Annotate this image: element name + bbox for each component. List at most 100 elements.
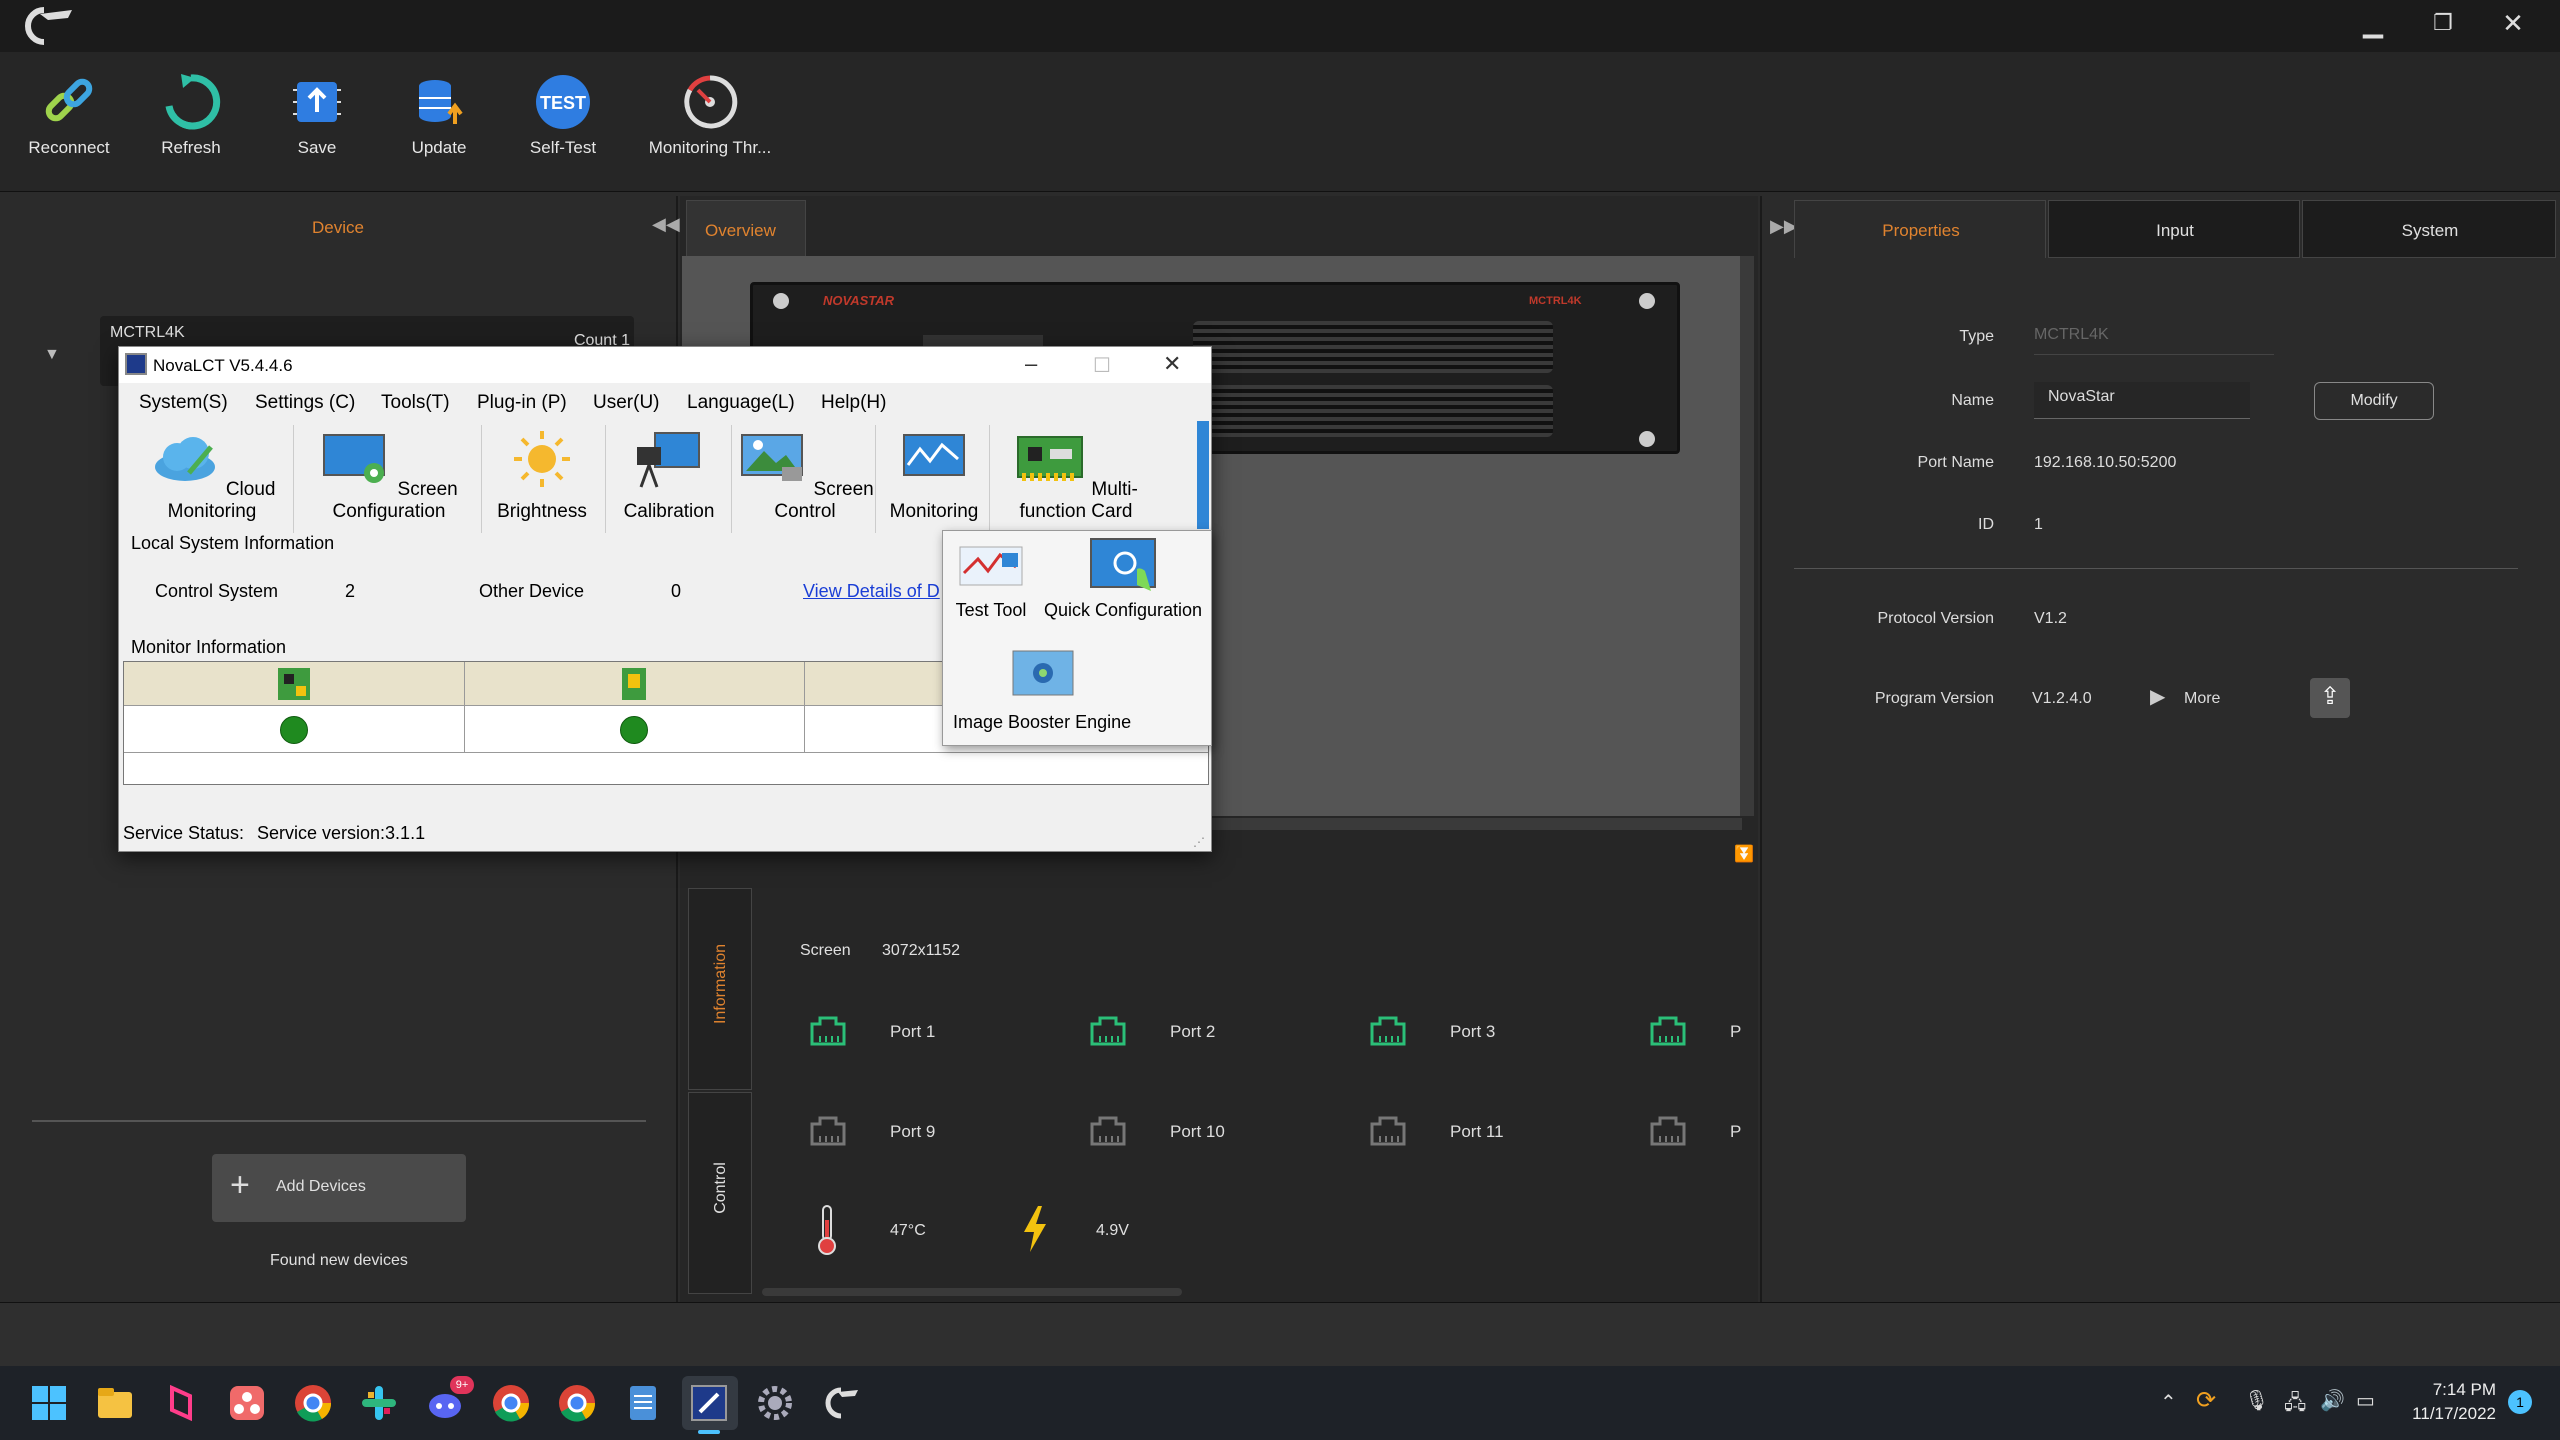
- restore-icon[interactable]: ❐: [2418, 10, 2468, 36]
- view-details-link[interactable]: View Details of D: [803, 581, 940, 602]
- calibration-tool[interactable]: Calibration: [613, 429, 725, 523]
- volume-icon[interactable]: 🔊: [2320, 1388, 2345, 1413]
- toolbar-scrollbar[interactable]: [1197, 421, 1209, 529]
- dialog-minimize-icon[interactable]: –: [1025, 351, 1037, 377]
- menu-tools[interactable]: Tools(T): [381, 392, 450, 414]
- dialog-close-icon[interactable]: ✕: [1163, 351, 1181, 377]
- expand-arrow-icon[interactable]: ▼: [44, 346, 60, 364]
- vent-grille: [1193, 321, 1553, 373]
- voltage-value: 4.9V: [1096, 1222, 1129, 1239]
- chrome-icon[interactable]: [490, 1382, 532, 1424]
- separator: [605, 425, 606, 533]
- settings-gear-icon[interactable]: [754, 1382, 796, 1424]
- upgrade-icon[interactable]: ⇪: [2310, 678, 2350, 718]
- expand-more-icon[interactable]: ▶: [2150, 684, 2165, 709]
- program-version-label: Program Version: [1874, 690, 1994, 707]
- close-icon[interactable]: ✕: [2488, 8, 2538, 39]
- tray-chevron-icon[interactable]: ⌃: [2160, 1390, 2177, 1415]
- save-button[interactable]: Save: [262, 72, 372, 158]
- quick-configuration-item[interactable]: Quick Configuration: [1039, 535, 1207, 621]
- other-device-count: 0: [671, 581, 682, 601]
- notification-badge[interactable]: 1: [2508, 1390, 2532, 1414]
- notepad-icon[interactable]: [622, 1382, 664, 1424]
- port-label: P: [1730, 1122, 1742, 1141]
- reconnect-button[interactable]: Reconnect: [14, 72, 124, 158]
- windows-start-icon[interactable]: [28, 1382, 70, 1424]
- overview-tab[interactable]: Overview: [686, 200, 806, 256]
- found-new-devices: Found new devices: [270, 1252, 408, 1269]
- minimize-icon[interactable]: ▁: [2348, 8, 2398, 39]
- monitoring-tool[interactable]: Monitoring: [881, 429, 987, 523]
- refresh-button[interactable]: Refresh: [136, 72, 246, 158]
- screen-control-tool[interactable]: Screen Control: [735, 429, 875, 523]
- menu-user[interactable]: User(U): [593, 392, 660, 414]
- separator: [731, 425, 732, 533]
- port-label: Port 9: [890, 1122, 936, 1141]
- control-side-tab[interactable]: Control: [688, 1092, 752, 1294]
- system-tab[interactable]: System: [2302, 200, 2556, 258]
- card-status-icon[interactable]: [616, 666, 652, 702]
- modify-button[interactable]: Modify: [2314, 382, 2434, 420]
- screen-configuration-tool[interactable]: Screen Configuration: [303, 429, 475, 523]
- battery-icon[interactable]: ▭: [2356, 1388, 2375, 1413]
- information-side-tab[interactable]: Information: [688, 888, 752, 1090]
- network-icon[interactable]: 🖧: [2284, 1388, 2306, 1422]
- dialog-maximize-icon[interactable]: ☐: [1093, 353, 1111, 378]
- asana-icon[interactable]: [226, 1382, 268, 1424]
- app-logo-taskbar-icon[interactable]: [820, 1382, 862, 1424]
- information-label: Information: [712, 943, 729, 1025]
- self-test-button[interactable]: TEST Self-Test: [508, 72, 618, 158]
- resize-grip-icon[interactable]: ⋰: [1193, 835, 1205, 849]
- self-test-icon: TEST: [536, 75, 590, 129]
- input-tab[interactable]: Input: [2048, 200, 2300, 258]
- ethernet-port-icon[interactable]: [1648, 1012, 1688, 1048]
- clock-time[interactable]: 7:14 PM: [2400, 1380, 2496, 1400]
- info-scrollbar[interactable]: [762, 1288, 1182, 1296]
- menu-plugin[interactable]: Plug-in (P): [477, 392, 567, 414]
- chrome-icon[interactable]: [556, 1382, 598, 1424]
- clock-date[interactable]: 11/17/2022: [2400, 1404, 2496, 1424]
- brightness-tool[interactable]: Brightness: [487, 429, 597, 523]
- card-status-icon[interactable]: [276, 666, 312, 702]
- monitoring-button[interactable]: Monitoring Thr...: [640, 72, 780, 158]
- image-booster-icon: [1012, 650, 1074, 696]
- collapse-down-icon[interactable]: ⏬: [1734, 844, 1754, 864]
- cloud-monitoring-tool[interactable]: Cloud Monitoring: [137, 429, 287, 523]
- menu-system[interactable]: System(S): [139, 392, 228, 414]
- reconnect-label: Reconnect: [28, 138, 110, 157]
- self-test-label: Self-Test: [529, 138, 597, 157]
- ethernet-port-icon[interactable]: [1368, 1012, 1408, 1048]
- ethernet-port-icon[interactable]: [1088, 1012, 1128, 1048]
- slack-icon[interactable]: [358, 1382, 400, 1424]
- test-tool-item[interactable]: Test Tool: [951, 543, 1031, 621]
- protocol-version-value: V1.2: [2034, 610, 2067, 627]
- ethernet-port-icon[interactable]: [808, 1012, 848, 1048]
- menu-language[interactable]: Language(L): [687, 392, 795, 414]
- device-tab[interactable]: Device: [312, 218, 364, 238]
- more-link[interactable]: More: [2184, 690, 2220, 708]
- file-explorer-icon[interactable]: [94, 1382, 136, 1424]
- ethernet-port-icon[interactable]: [1088, 1112, 1128, 1148]
- sync-icon[interactable]: ⟳: [2196, 1386, 2216, 1415]
- cell-border: [464, 662, 465, 752]
- ethernet-port-icon[interactable]: [1368, 1112, 1408, 1148]
- name-input[interactable]: NovaStar: [2034, 382, 2250, 419]
- microphone-icon[interactable]: 🎙: [2244, 1388, 2269, 1413]
- screen-control-icon: [741, 434, 804, 481]
- novalct-taskbar-icon[interactable]: [688, 1382, 730, 1424]
- image-booster-item[interactable]: Image Booster Engine: [947, 649, 1147, 733]
- app-pink-icon[interactable]: [160, 1382, 202, 1424]
- vertical-scrollbar[interactable]: [1740, 256, 1754, 816]
- menu-help[interactable]: Help(H): [821, 392, 886, 414]
- local-system-info-heading: Local System Information: [131, 533, 335, 553]
- add-devices-button[interactable]: + Add Devices: [212, 1154, 466, 1222]
- multi-function-card-tool[interactable]: Multi-function Card: [993, 429, 1159, 523]
- ethernet-port-icon[interactable]: [1648, 1112, 1688, 1148]
- properties-tab[interactable]: Properties: [1794, 200, 2046, 258]
- collapse-left-icon[interactable]: ◀◀: [652, 214, 680, 235]
- chrome-icon[interactable]: [292, 1382, 334, 1424]
- other-device-label: Other Device: [479, 581, 585, 601]
- update-button[interactable]: Update: [384, 72, 494, 158]
- ethernet-port-icon[interactable]: [808, 1112, 848, 1148]
- menu-settings[interactable]: Settings (C): [255, 392, 355, 414]
